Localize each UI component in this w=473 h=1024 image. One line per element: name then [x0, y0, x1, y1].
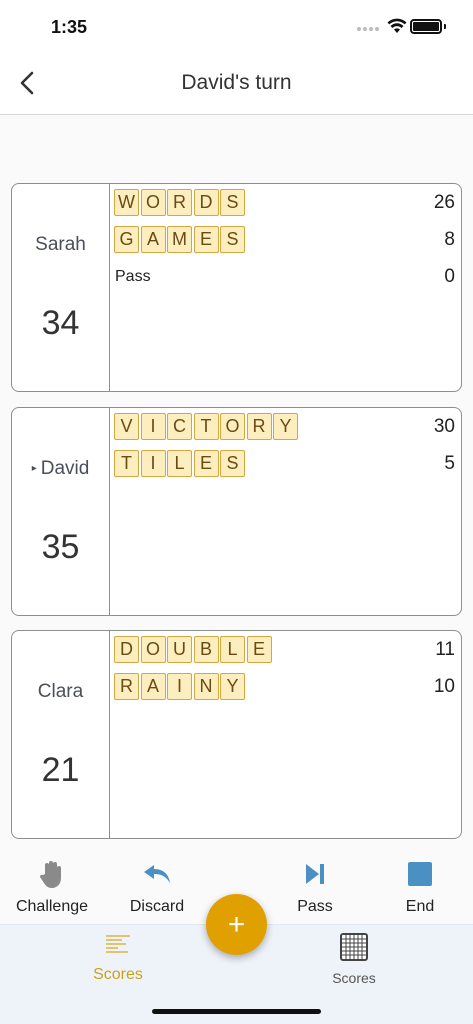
letter-tile: A — [140, 673, 166, 700]
play-score: 8 — [444, 229, 455, 250]
status-bar: 1:35 — [0, 0, 473, 56]
play-score: 26 — [433, 192, 455, 213]
player-card-david[interactable]: ▸ David 35 VICTORY 30 TILES 5 — [11, 407, 462, 616]
letter-tile: O — [140, 636, 166, 663]
letter-tile: L — [167, 450, 192, 477]
letter-tile: L — [220, 636, 245, 663]
player-total: 34 — [41, 304, 80, 342]
word-tiles: RAINY — [114, 673, 247, 700]
letter-tile: D — [193, 189, 219, 216]
play-score: 11 — [435, 639, 455, 660]
pass-button[interactable]: Pass — [265, 858, 365, 916]
player-card-sarah[interactable]: Sarah 34 WORDS 26 GAMES 8 Pass 0 — [11, 183, 462, 392]
letter-tile: M — [167, 226, 192, 253]
home-indicator — [152, 1009, 321, 1014]
letter-tile: E — [193, 450, 219, 477]
letter-tile: G — [114, 226, 139, 253]
play-score: 0 — [444, 266, 455, 287]
letter-tile: I — [140, 413, 166, 440]
letter-tile: D — [114, 636, 139, 663]
letter-tile: B — [193, 636, 219, 663]
player-card-clara[interactable]: Clara 21 DOUBLE 11 RAINY 10 — [11, 630, 462, 839]
letter-tile: N — [193, 673, 219, 700]
letter-tile: S — [220, 189, 245, 216]
tab-board[interactable]: Scores — [294, 933, 414, 986]
play-row[interactable]: RAINY 10 — [114, 672, 455, 709]
discard-label: Discard — [129, 898, 185, 915]
player-info: ▸ David 35 — [12, 408, 110, 615]
hand-icon — [39, 861, 61, 888]
letter-tile: V — [114, 413, 139, 440]
player-name: Clara — [37, 681, 84, 702]
signal-icon — [357, 27, 379, 33]
letter-tile: R — [167, 189, 192, 216]
letter-tile: R — [114, 673, 139, 700]
stop-icon — [408, 862, 432, 886]
letter-tile: O — [140, 189, 166, 216]
letter-tile: I — [140, 450, 166, 477]
player-name-text: David — [40, 458, 90, 479]
add-play-button[interactable]: + — [206, 894, 267, 955]
board-grid-icon — [340, 933, 368, 961]
letter-tile: E — [246, 636, 272, 663]
player-info: Clara 21 — [12, 631, 110, 838]
tab-label: Scores — [93, 966, 143, 983]
pass-label: Pass — [115, 268, 151, 285]
challenge-button[interactable]: Challenge — [2, 858, 102, 916]
play-row[interactable]: TILES 5 — [114, 449, 455, 486]
player-name: ▸ David — [12, 458, 109, 480]
word-tiles: TILES — [114, 450, 247, 477]
letter-tile: C — [167, 413, 192, 440]
skip-forward-icon — [306, 864, 324, 884]
letter-tile: Y — [273, 413, 298, 440]
letter-tile: I — [167, 673, 192, 700]
letter-tile: E — [193, 226, 219, 253]
letter-tile: T — [193, 413, 219, 440]
letter-tile: O — [220, 413, 245, 440]
play-row[interactable]: DOUBLE 11 — [114, 635, 455, 672]
play-row[interactable]: Pass 0 — [114, 262, 455, 299]
word-tiles: VICTORY — [114, 413, 300, 440]
play-score: 30 — [433, 416, 455, 437]
play-score: 5 — [444, 453, 455, 474]
pass-label: Pass — [297, 898, 333, 915]
letter-tile: Y — [220, 673, 245, 700]
play-score: 10 — [433, 676, 455, 697]
player-total: 35 — [41, 528, 80, 566]
end-button[interactable]: End — [370, 858, 470, 916]
letter-tile: U — [167, 636, 192, 663]
player-info: Sarah 34 — [12, 184, 110, 391]
word-tiles: GAMES — [114, 226, 247, 253]
challenge-label: Challenge — [15, 898, 89, 915]
word-tiles: DOUBLE — [114, 636, 273, 663]
letter-tile: S — [220, 226, 245, 253]
discard-button[interactable]: Discard — [107, 858, 207, 916]
page-title: David's turn — [181, 71, 292, 94]
undo-icon — [144, 865, 170, 883]
play-list: DOUBLE 11 RAINY 10 — [114, 635, 455, 709]
tab-label: Scores — [332, 970, 376, 986]
battery-icon — [410, 19, 442, 34]
end-label: End — [405, 898, 435, 915]
play-list: WORDS 26 GAMES 8 Pass 0 — [114, 188, 455, 299]
player-total: 21 — [41, 751, 80, 789]
battery-cap — [444, 24, 446, 29]
play-row[interactable]: VICTORY 30 — [114, 412, 455, 449]
score-list-icon — [106, 935, 130, 953]
play-list: VICTORY 30 TILES 5 — [114, 412, 455, 486]
word-tiles: WORDS — [114, 189, 247, 216]
letter-tile: R — [246, 413, 272, 440]
status-time: 1:35 — [51, 17, 88, 37]
letter-tile: W — [114, 189, 139, 216]
nav-bar: David's turn — [0, 56, 473, 115]
play-row[interactable]: WORDS 26 — [114, 188, 455, 225]
letter-tile: T — [114, 450, 139, 477]
letter-tile: S — [220, 450, 245, 477]
tab-scores[interactable]: Scores — [58, 933, 178, 984]
current-turn-icon: ▸ — [31, 463, 37, 475]
letter-tile: A — [140, 226, 166, 253]
wifi-icon — [387, 18, 407, 33]
play-row[interactable]: GAMES 8 — [114, 225, 455, 262]
player-name: Sarah — [35, 234, 86, 255]
